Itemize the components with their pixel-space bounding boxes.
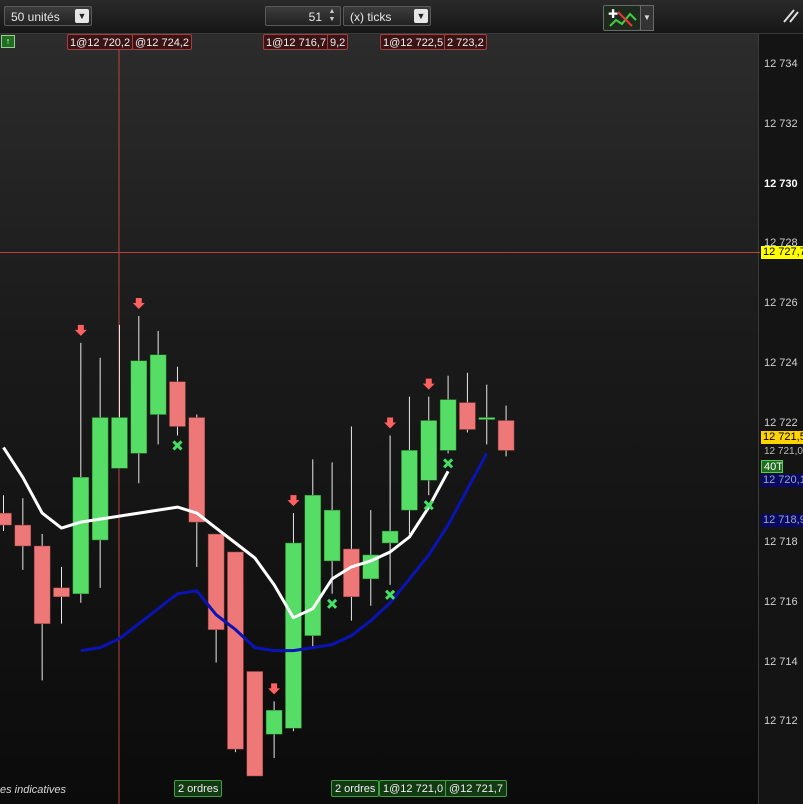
sell-signal-arrow-icon: [132, 297, 145, 309]
bull-candle: [478, 417, 495, 420]
price-axis-label: 12 718: [764, 536, 798, 548]
price-axis-label: 12 726: [764, 297, 798, 309]
price-axis-label: 12 724: [764, 356, 798, 369]
pointer-tool-icon[interactable]: [780, 6, 800, 26]
bear-candle: [14, 524, 32, 547]
bull-candle: [420, 420, 438, 481]
chart-tools-button[interactable]: ✚: [603, 5, 641, 31]
bull-candle: [130, 360, 148, 454]
bull-candle: [265, 710, 283, 735]
cursor-price-tag: 12 727,7: [761, 246, 803, 259]
bull-candle: [285, 542, 302, 729]
mode-dropdown[interactable]: (x) ticks ▼: [343, 6, 431, 26]
bear-candle: [246, 671, 264, 777]
bull-candle: [72, 477, 90, 595]
order-label-top[interactable]: 1@12 716,7: [263, 34, 330, 50]
slow-moving-average-line: [80, 452, 489, 653]
bear-candle: [169, 381, 186, 427]
buy-signal-cross-icon: [327, 598, 338, 609]
bear-candle: [497, 420, 515, 451]
order-label-top[interactable]: 9,2: [327, 34, 349, 50]
price-axis-label: 12 712: [764, 715, 798, 728]
price-axis-label: 12 721,0: [764, 446, 803, 458]
svg-text:✚: ✚: [608, 7, 618, 21]
chevron-down-icon[interactable]: ▼: [640, 5, 654, 31]
units-label: 50 unités: [11, 10, 60, 24]
ma-price-tag: 12 720,1: [761, 474, 803, 487]
sell-signal-arrow-icon: [268, 683, 281, 695]
price-axis-label: 12 732: [764, 117, 798, 130]
order-label-top[interactable]: 1@12 722,5: [380, 34, 447, 50]
bear-candle: [343, 548, 360, 598]
crosshair-horizontal-line: [0, 252, 760, 253]
order-label-top[interactable]: @12 724,2: [132, 34, 192, 50]
price-axis-label: 12 722: [764, 416, 798, 429]
buy-signal-cross-icon: [443, 458, 454, 469]
bear-candle: [227, 551, 244, 750]
chevron-down-icon[interactable]: ▼: [414, 9, 428, 23]
bear-candle: [459, 402, 476, 430]
mode-label: (x) ticks: [350, 10, 392, 24]
stepper-arrows-icon[interactable]: ▲ ▼: [326, 8, 338, 24]
bear-candle: [0, 512, 12, 526]
bull-candle: [381, 530, 399, 544]
price-axis-label: 12 716: [764, 595, 798, 608]
quantity-value[interactable]: 51: [309, 7, 322, 27]
bull-candle: [149, 354, 167, 415]
sell-signal-arrow-icon: [384, 417, 397, 429]
bear-candle: [53, 587, 70, 598]
chart-toolbar: 50 unités ▼ 51 ▲ ▼ (x) ticks ▼ ✚ ▼: [0, 0, 803, 34]
expand-orders-icon[interactable]: ↑: [1, 35, 15, 48]
units-dropdown[interactable]: 50 unités ▼: [4, 6, 92, 26]
buy-signal-cross-icon: [385, 589, 396, 600]
bull-candle: [323, 509, 341, 562]
last-price-tag: 12 721,5: [761, 431, 803, 444]
sell-signal-arrow-icon: [422, 378, 435, 390]
order-label-top[interactable]: 1@12 720,2: [67, 34, 134, 50]
bull-candle: [401, 450, 418, 511]
fast-moving-average-line: [2, 446, 450, 620]
order-label-bottom[interactable]: @12 721,7: [445, 780, 507, 797]
bull-candle: [91, 417, 109, 541]
indicative-notice: es indicatives: [0, 784, 67, 796]
quantity-stepper[interactable]: 51 ▲ ▼: [265, 6, 341, 26]
order-label-bottom[interactable]: 2 ordres: [174, 780, 223, 797]
price-axis-label: 12 714: [764, 655, 798, 668]
ma-price-tag: 12 718,9: [761, 514, 803, 527]
drawing-tools-icon: ✚: [608, 7, 637, 27]
order-label-bottom[interactable]: 1@12 721,0: [379, 780, 448, 797]
price-axis[interactable]: 12 734 12 732 12 730 12 728 12 726 12 724 12 7…: [758, 33, 803, 804]
chevron-down-icon[interactable]: ▼: [75, 9, 89, 23]
bull-candle: [304, 494, 322, 636]
tick-counter-badge: 40T: [761, 460, 783, 473]
order-label-bottom[interactable]: 2 ordres: [331, 780, 380, 797]
sell-signal-arrow-icon: [287, 495, 300, 507]
buy-signal-cross-icon: [172, 440, 183, 451]
price-axis-label: 12 734: [764, 58, 798, 70]
bear-candle: [188, 417, 206, 523]
bull-candle: [111, 417, 128, 469]
price-axis-label: 12 730: [764, 177, 798, 190]
bull-candle: [439, 399, 457, 451]
order-label-top[interactable]: 2 723,2: [444, 34, 487, 50]
bear-candle: [33, 545, 51, 624]
sell-signal-arrow-icon: [74, 324, 87, 336]
candlestick-chart[interactable]: [0, 33, 758, 804]
